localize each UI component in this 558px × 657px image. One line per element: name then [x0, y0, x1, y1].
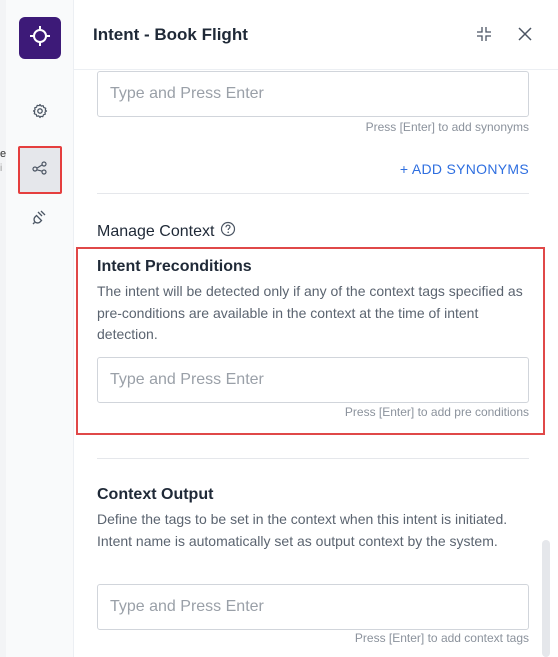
divider [97, 193, 529, 194]
context-output-input[interactable]: Type and Press Enter [97, 584, 529, 630]
plug-icon [32, 209, 48, 230]
background-text: i [0, 163, 3, 174]
close-button[interactable] [515, 26, 535, 46]
synonyms-placeholder: Type and Press Enter [110, 85, 264, 102]
synonyms-input[interactable]: Type and Press Enter [97, 71, 529, 117]
context-output-placeholder: Type and Press Enter [110, 598, 264, 615]
manage-context-heading: Manage Context [97, 221, 236, 242]
panel-title: Intent - Book Flight [93, 25, 248, 44]
intent-flow-button[interactable] [18, 146, 62, 194]
intent-panel: Intent - Book Flight Type and Press Ente… [74, 0, 558, 657]
divider [97, 458, 529, 459]
panel-header: Intent - Book Flight [74, 0, 558, 70]
context-output-description: Define the tags to be set in the context… [97, 511, 508, 549]
target-logo-icon [29, 25, 51, 52]
add-synonyms-link[interactable]: + ADD SYNONYMS [400, 161, 529, 177]
preconditions-hint: Press [Enter] to add pre conditions [344, 405, 529, 419]
synonyms-hint: Press [Enter] to add synonyms [365, 120, 529, 134]
context-output-title: Context Output [97, 486, 214, 503]
shrink-icon [476, 26, 492, 47]
context-output-hint: Press [Enter] to add context tags [354, 631, 529, 645]
collapse-button[interactable] [474, 26, 494, 46]
left-icon-rail [6, 0, 74, 657]
settings-button[interactable] [19, 92, 61, 134]
preconditions-title: Intent Preconditions [97, 258, 252, 275]
preconditions-input[interactable]: Type and Press Enter [97, 357, 529, 403]
share-nodes-icon [32, 160, 48, 181]
integrations-button[interactable] [19, 198, 61, 240]
scrollbar[interactable] [542, 540, 550, 657]
preconditions-placeholder: Type and Press Enter [110, 371, 264, 388]
manage-context-title: Manage Context [97, 222, 215, 240]
preconditions-description: The intent will be detected only if any … [97, 283, 523, 342]
help-circle-icon[interactable] [220, 221, 236, 242]
app-logo[interactable] [19, 17, 61, 59]
close-icon [517, 26, 533, 47]
gear-icon [32, 103, 48, 124]
